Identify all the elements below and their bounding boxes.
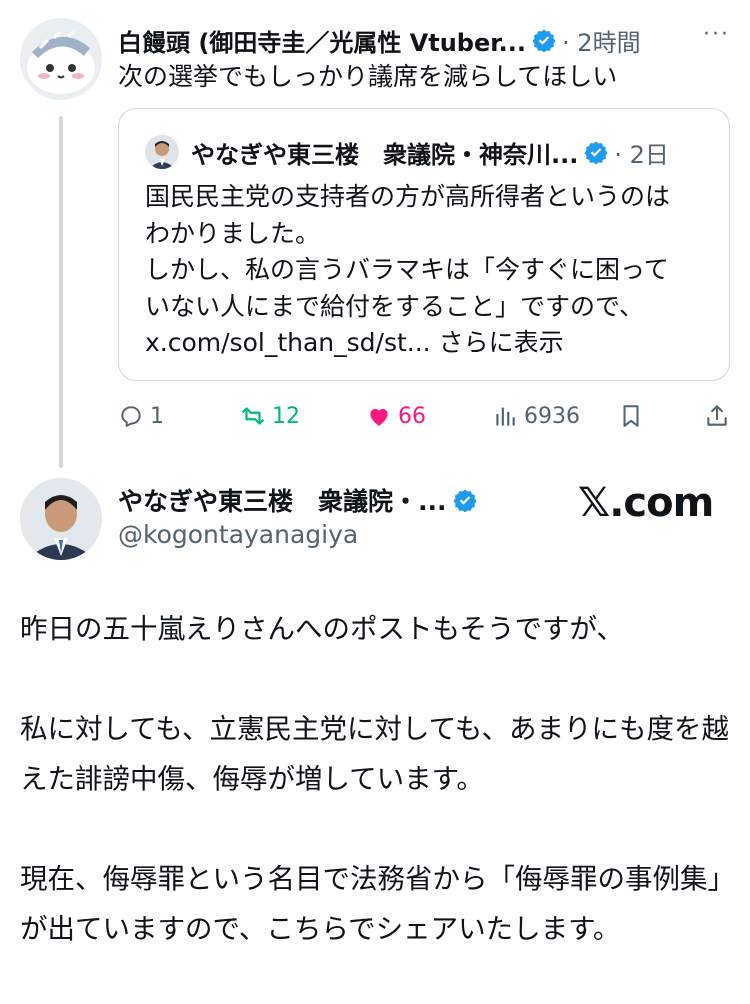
quoted-link[interactable]: x.com/sol_than_sd/st... [145, 328, 431, 357]
card-paragraph: 私に対しても、立憲民主党に対しても、あまりにも度を越えた誹謗中傷、侮辱が増してい… [20, 713, 729, 795]
more-options-icon[interactable]: ··· [703, 22, 730, 47]
heart-icon [370, 408, 388, 426]
quoted-header: やなぎや東三楼 衆議院・神奈川... · 2日 [145, 135, 705, 169]
share-button[interactable] [704, 398, 736, 434]
verified-icon [532, 29, 556, 52]
quoted-avatar [145, 135, 179, 169]
card-body: 昨日の五十嵐えりさんへのポストもそうですが、 私に対しても、立憲民主党に対しても… [20, 604, 730, 1004]
card-avatar [20, 478, 102, 560]
views-icon [496, 407, 515, 426]
quoted-line: いない人にまで給付をすること」ですので、 [145, 291, 645, 321]
card-paragraph: 昨日の五十嵐えりさんへのポストもそうですが、 [20, 613, 624, 645]
timestamp[interactable]: · 2時間 [562, 23, 641, 58]
reply-button[interactable]: 1 [118, 398, 164, 434]
quoted-tweet[interactable]: やなぎや東三楼 衆議院・神奈川... · 2日 国民民主党の支持者の方が高所得者… [118, 108, 730, 381]
like-count: 66 [398, 403, 426, 429]
reply-header: 白饅頭 (御田寺圭／光属性 Vtuber... · 2時間 ··· [118, 22, 730, 58]
card-paragraph: 現在、侮辱罪という名目で法務省から「侮辱罪の事例集」が出ていますので、こちらでシ… [20, 863, 722, 945]
repost-icon [242, 407, 264, 425]
card-handle: @kogontayanagiya [118, 520, 359, 549]
quoted-line: しかし、私の言うバラマキは「今すぐに困って [145, 255, 669, 284]
reply-count: 1 [150, 403, 164, 429]
author-name[interactable]: 白饅頭 (御田寺圭／光属性 Vtuber... [118, 23, 526, 58]
repost-button[interactable]: 12 [240, 398, 300, 434]
quoted-line: わかりました。 [145, 218, 321, 248]
verified-icon [453, 489, 476, 512]
reply-icon [121, 406, 141, 428]
verified-icon [584, 141, 608, 164]
views-button[interactable]: 6936 [492, 398, 580, 434]
quoted-timestamp: · 2日 [614, 140, 669, 169]
action-bar: 1 12 66 6936 [118, 398, 730, 434]
thread-line [59, 116, 63, 468]
quoted-author-name: やなぎや東三楼 衆議院・神奈川... [191, 140, 579, 169]
bookmark-icon [623, 405, 639, 427]
views-count: 6936 [524, 403, 580, 429]
quoted-line: 国民民主党の支持者の方が高所得者というのは [145, 182, 671, 211]
card-header: やなぎや東三楼 衆議院・... [118, 482, 498, 518]
share-icon [707, 405, 727, 426]
like-button[interactable]: 66 [366, 398, 426, 434]
avatar[interactable] [20, 18, 102, 100]
bookmark-button[interactable] [618, 398, 650, 434]
repost-count: 12 [272, 403, 300, 429]
show-more-link[interactable]: さらに表示 [439, 328, 564, 357]
card-author-name: やなぎや東三楼 衆議院・... [118, 487, 447, 516]
x-logo: 𝕏.com [578, 480, 714, 526]
reply-text: 次の選挙でもしっかり議席を減らしてほしい [118, 62, 618, 91]
quoted-text: 国民民主党の支持者の方が高所得者というのは わかりました。 しかし、私の言うバラ… [145, 179, 709, 362]
